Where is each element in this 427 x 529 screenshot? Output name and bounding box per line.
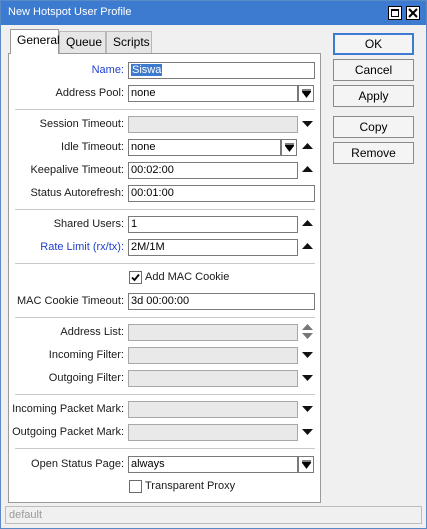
address-list-label: Address List: bbox=[60, 326, 124, 338]
close-button[interactable] bbox=[406, 6, 420, 20]
tab-queue[interactable]: Queue bbox=[59, 31, 106, 53]
separator bbox=[15, 448, 315, 449]
name-label: Name: bbox=[91, 64, 124, 76]
dropdown-arrow-icon bbox=[302, 460, 311, 469]
checkmark-icon bbox=[131, 273, 140, 282]
collapse-up-icon[interactable] bbox=[302, 243, 314, 253]
incoming-packet-mark-label: Incoming Packet Mark: bbox=[12, 403, 124, 415]
collapse-up-icon[interactable] bbox=[302, 143, 314, 153]
separator bbox=[15, 209, 315, 210]
collapse-up-icon[interactable] bbox=[302, 220, 314, 230]
open-status-page-select[interactable]: always bbox=[128, 456, 298, 473]
expand-down-icon[interactable] bbox=[302, 352, 314, 362]
tab-scripts[interactable]: Scripts bbox=[106, 31, 152, 53]
dropdown-arrow-icon bbox=[285, 143, 294, 152]
maximize-button[interactable] bbox=[388, 6, 402, 20]
expand-down-icon[interactable] bbox=[302, 429, 314, 439]
ok-button[interactable]: OK bbox=[333, 33, 414, 55]
open-status-page-dropdown-button[interactable] bbox=[298, 456, 314, 473]
transparent-proxy-checkbox[interactable] bbox=[129, 480, 142, 493]
keepalive-timeout-input[interactable]: 00:02:00 bbox=[128, 162, 298, 179]
expand-down-icon[interactable] bbox=[302, 121, 314, 131]
address-list-input[interactable] bbox=[128, 324, 298, 341]
tab-general[interactable]: General bbox=[10, 29, 60, 54]
maximize-icon bbox=[391, 9, 399, 17]
dropdown-arrow-icon bbox=[302, 89, 311, 98]
up-down-arrows-icon[interactable] bbox=[302, 324, 314, 339]
open-status-page-label: Open Status Page: bbox=[31, 458, 124, 470]
outgoing-packet-mark-input[interactable] bbox=[128, 424, 298, 441]
idle-timeout-dropdown-button[interactable] bbox=[281, 139, 297, 156]
apply-button[interactable]: Apply bbox=[333, 85, 414, 107]
add-mac-cookie-checkbox[interactable] bbox=[129, 271, 142, 284]
remove-button[interactable]: Remove bbox=[333, 142, 414, 164]
idle-timeout-label: Idle Timeout: bbox=[61, 141, 124, 153]
incoming-filter-input[interactable] bbox=[128, 347, 298, 364]
expand-down-icon[interactable] bbox=[302, 406, 314, 416]
title-bar[interactable]: New Hotspot User Profile bbox=[1, 1, 426, 25]
separator bbox=[15, 263, 315, 264]
idle-timeout-select[interactable]: none bbox=[128, 139, 281, 156]
incoming-filter-label: Incoming Filter: bbox=[48, 349, 124, 361]
status-autorefresh-input[interactable]: 00:01:00 bbox=[128, 185, 315, 202]
outgoing-filter-label: Outgoing Filter: bbox=[48, 372, 124, 384]
copy-button[interactable]: Copy bbox=[333, 116, 414, 138]
close-icon bbox=[408, 8, 418, 18]
status-bar: default bbox=[5, 506, 422, 524]
incoming-packet-mark-input[interactable] bbox=[128, 401, 298, 418]
address-pool-dropdown-button[interactable] bbox=[298, 85, 314, 102]
name-input[interactable]: Siswa bbox=[128, 62, 315, 79]
collapse-up-icon[interactable] bbox=[302, 166, 314, 176]
rate-limit-label: Rate Limit (rx/tx): bbox=[40, 241, 124, 253]
session-timeout-label: Session Timeout: bbox=[39, 118, 124, 130]
dialog-window: New Hotspot User Profile General Queue S… bbox=[0, 0, 427, 529]
rate-limit-input[interactable]: 2M/1M bbox=[128, 239, 298, 256]
add-mac-cookie-label: Add MAC Cookie bbox=[145, 271, 230, 283]
separator bbox=[15, 394, 315, 395]
mac-cookie-timeout-label: MAC Cookie Timeout: bbox=[17, 295, 124, 307]
outgoing-packet-mark-label: Outgoing Packet Mark: bbox=[12, 426, 124, 438]
session-timeout-input[interactable] bbox=[128, 116, 298, 133]
shared-users-input[interactable]: 1 bbox=[128, 216, 298, 233]
shared-users-label: Shared Users: bbox=[53, 218, 124, 230]
name-value: Siswa bbox=[131, 64, 163, 76]
general-panel: Name: Siswa Address Pool: none Session T… bbox=[8, 53, 321, 503]
mac-cookie-timeout-input[interactable]: 3d 00:00:00 bbox=[128, 293, 315, 310]
address-pool-label: Address Pool: bbox=[55, 87, 124, 99]
separator bbox=[15, 109, 315, 110]
separator bbox=[15, 317, 315, 318]
status-autorefresh-label: Status Autorefresh: bbox=[30, 187, 124, 199]
transparent-proxy-label: Transparent Proxy bbox=[145, 480, 236, 492]
window-title: New Hotspot User Profile bbox=[8, 6, 132, 18]
outgoing-filter-input[interactable] bbox=[128, 370, 298, 387]
address-pool-select[interactable]: none bbox=[128, 85, 298, 102]
cancel-button[interactable]: Cancel bbox=[333, 59, 414, 81]
expand-down-icon[interactable] bbox=[302, 375, 314, 385]
keepalive-timeout-label: Keepalive Timeout: bbox=[30, 164, 124, 176]
